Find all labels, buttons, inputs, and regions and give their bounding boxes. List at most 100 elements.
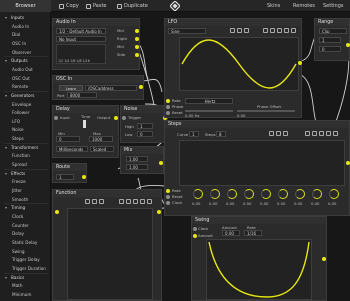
sidebar-item[interactable]: Spread [0, 161, 51, 168]
shuffle-icon[interactable] [312, 131, 317, 136]
step-knob[interactable] [329, 189, 339, 199]
browser-tab[interactable]: Browser [0, 0, 51, 12]
sidebar-item[interactable]: Delay [0, 230, 51, 237]
sidebar-item[interactable]: Jitter [0, 187, 51, 194]
swing-module[interactable]: Swing Clock Amount Amount 0.00 Rate 1/16 [191, 216, 327, 301]
chevron-down-icon[interactable]: ▾ [5, 274, 7, 281]
skins-button[interactable]: Skins [267, 0, 280, 12]
swing-amount-port[interactable] [193, 234, 197, 238]
paste-icon[interactable] [92, 199, 97, 204]
range-min-field[interactable]: 0 [319, 46, 341, 52]
copy-icon[interactable] [230, 28, 235, 33]
scissor-icon[interactable] [319, 131, 324, 136]
delay-output-port[interactable] [114, 116, 118, 120]
sidebar-item[interactable]: Audio Out [0, 66, 51, 73]
steps-output-port[interactable] [346, 161, 350, 165]
shuffle-icon[interactable] [126, 199, 131, 204]
swing-rate-select[interactable]: 1/16 [244, 230, 262, 236]
audio-in-output-port[interactable] [135, 37, 139, 41]
remotes-button[interactable]: Remotes [293, 0, 315, 12]
cut-icon[interactable] [305, 131, 310, 136]
sidebar-item[interactable]: Smooth [0, 196, 51, 203]
sidebar-item[interactable]: Observer [0, 49, 51, 56]
range-max-field[interactable]: 1 [319, 37, 341, 43]
lfo-reset-port[interactable] [166, 111, 170, 115]
chevron-down-icon[interactable]: ▾ [5, 170, 7, 177]
duplicate-button[interactable]: Duplicate [117, 0, 148, 12]
chevron-down-icon[interactable]: ▾ [5, 14, 7, 21]
audio-in-output-port[interactable] [135, 53, 139, 57]
range-title[interactable]: Range [315, 19, 349, 26]
swing-amount-field[interactable]: 0.00 [222, 230, 240, 236]
lfo-phase-port[interactable] [166, 105, 170, 109]
sidebar-item[interactable]: Audio In [0, 23, 51, 30]
paste-icon[interactable] [237, 28, 242, 33]
chevron-down-icon[interactable]: ▾ [5, 144, 7, 151]
copy-button[interactable]: Copy [59, 0, 79, 12]
lfo-rate-unit-select[interactable]: Hertz [185, 98, 233, 104]
audio-device-select[interactable]: 1/2 - Default Audio In [56, 28, 106, 34]
route-output-port[interactable] [82, 175, 86, 179]
function-output-port[interactable] [157, 210, 161, 214]
delay-module[interactable]: Delay Input Time Output Min Max 0 1000 M… [52, 105, 119, 158]
close-icon[interactable] [284, 28, 289, 33]
steps-module[interactable]: Steps Curve 1 Steps 8 Rate Reset Clock 0… [164, 120, 350, 216]
delay-title[interactable]: Delay [53, 106, 118, 113]
lfo-title[interactable]: LFO [165, 19, 301, 26]
mix-input-2[interactable]: 1.00 [126, 164, 148, 170]
step-knob[interactable] [193, 189, 203, 199]
paste-button[interactable]: Paste [86, 0, 107, 12]
lfo-module[interactable]: LFO Sine Rate Phase Reset Hertz Phase Of… [164, 18, 302, 118]
audio-input-select[interactable]: No Input [56, 36, 106, 42]
chevron-down-icon[interactable]: ▾ [5, 204, 7, 211]
route-title[interactable]: Route [53, 164, 86, 171]
sidebar-item[interactable]: Clock [0, 213, 51, 220]
swing-title[interactable]: Swing [192, 217, 326, 224]
step-knob[interactable] [244, 189, 254, 199]
step-knob[interactable] [210, 189, 220, 199]
sidebar-item[interactable]: Trigger Duration [0, 265, 51, 272]
sidebar-item[interactable]: Swing [0, 248, 51, 255]
step-knob[interactable] [312, 189, 322, 199]
sidebar-item[interactable]: Counter [0, 222, 51, 229]
mix-input-1[interactable]: 1.00 [126, 156, 148, 162]
osc-in-title[interactable]: OSC In [53, 76, 143, 83]
mix-module[interactable]: Mix 1.00 1.00 [120, 146, 164, 174]
scissor-icon[interactable] [133, 199, 138, 204]
reset-icon[interactable] [244, 28, 249, 33]
lfo-waveform-select[interactable]: Sine [168, 28, 206, 34]
audio-in-module[interactable]: Audio In 1/2 - Default Audio In No Input… [52, 18, 140, 70]
noise-trigger-port[interactable] [122, 116, 126, 120]
menu-icon[interactable] [291, 28, 296, 33]
sidebar-item[interactable]: Math [0, 282, 51, 289]
route-value-field[interactable]: 1 [56, 174, 74, 180]
step-knob[interactable] [278, 189, 288, 199]
close-icon[interactable] [140, 199, 145, 204]
sidebar-category[interactable]: ▾ Generators [0, 92, 51, 99]
sidebar-item[interactable]: Noise [0, 126, 51, 133]
steps-clock-port[interactable] [166, 201, 170, 205]
sidebar-item[interactable]: LFO [0, 118, 51, 125]
menu-icon[interactable] [147, 199, 152, 204]
sidebar-item[interactable]: Freeze [0, 178, 51, 185]
audio-in-title[interactable]: Audio In [53, 19, 139, 26]
range-mode-select[interactable]: Clip [319, 28, 347, 34]
steps-reset-port[interactable] [166, 195, 170, 199]
steps-rate-port[interactable] [166, 189, 170, 193]
copy-icon[interactable] [85, 199, 90, 204]
audio-in-output-port[interactable] [135, 29, 139, 33]
lfo-rate-slider[interactable] [185, 110, 233, 112]
noise-title[interactable]: Noise [121, 106, 167, 113]
steps-count-field[interactable]: 8 [216, 131, 226, 137]
sidebar-category[interactable]: ▾ Basics [0, 274, 51, 281]
sidebar-item[interactable]: Minimum [0, 291, 51, 298]
function-graph[interactable] [67, 208, 153, 300]
sidebar-item[interactable]: Remote [0, 83, 51, 90]
function-module[interactable]: Function [52, 189, 162, 301]
chevron-down-icon[interactable]: ▾ [5, 57, 7, 64]
steps-curve-field[interactable]: 1 [189, 131, 199, 137]
lfo-output-port[interactable] [298, 61, 302, 65]
range-output-port[interactable] [346, 43, 350, 47]
step-knob[interactable] [261, 189, 271, 199]
function-input-port[interactable] [55, 210, 59, 214]
